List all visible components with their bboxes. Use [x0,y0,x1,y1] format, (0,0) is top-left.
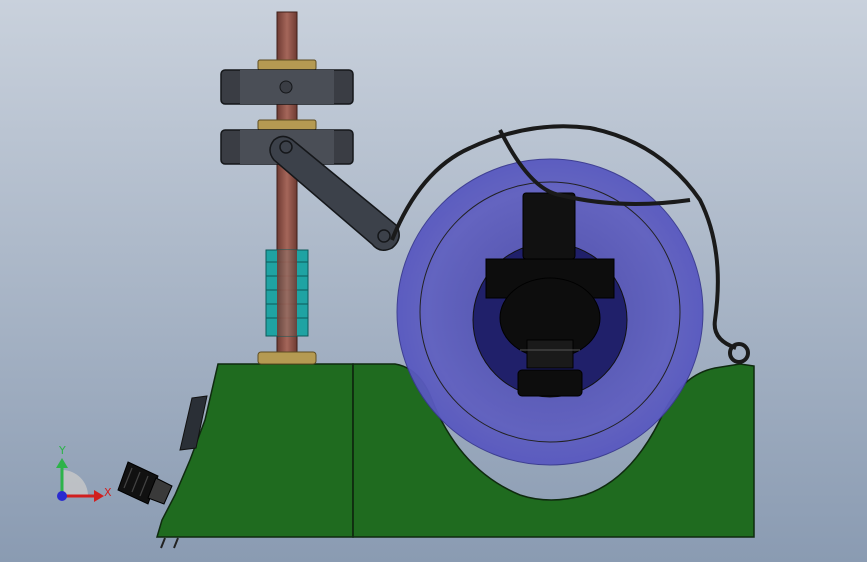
spring[interactable] [265,249,309,337]
triad-x-label: X [104,486,112,499]
cad-model-view[interactable]: Y X [0,0,867,562]
cad-viewport[interactable]: Y X [0,0,867,562]
rod-base-collar [257,351,317,365]
triad-y-label: Y [58,444,66,457]
